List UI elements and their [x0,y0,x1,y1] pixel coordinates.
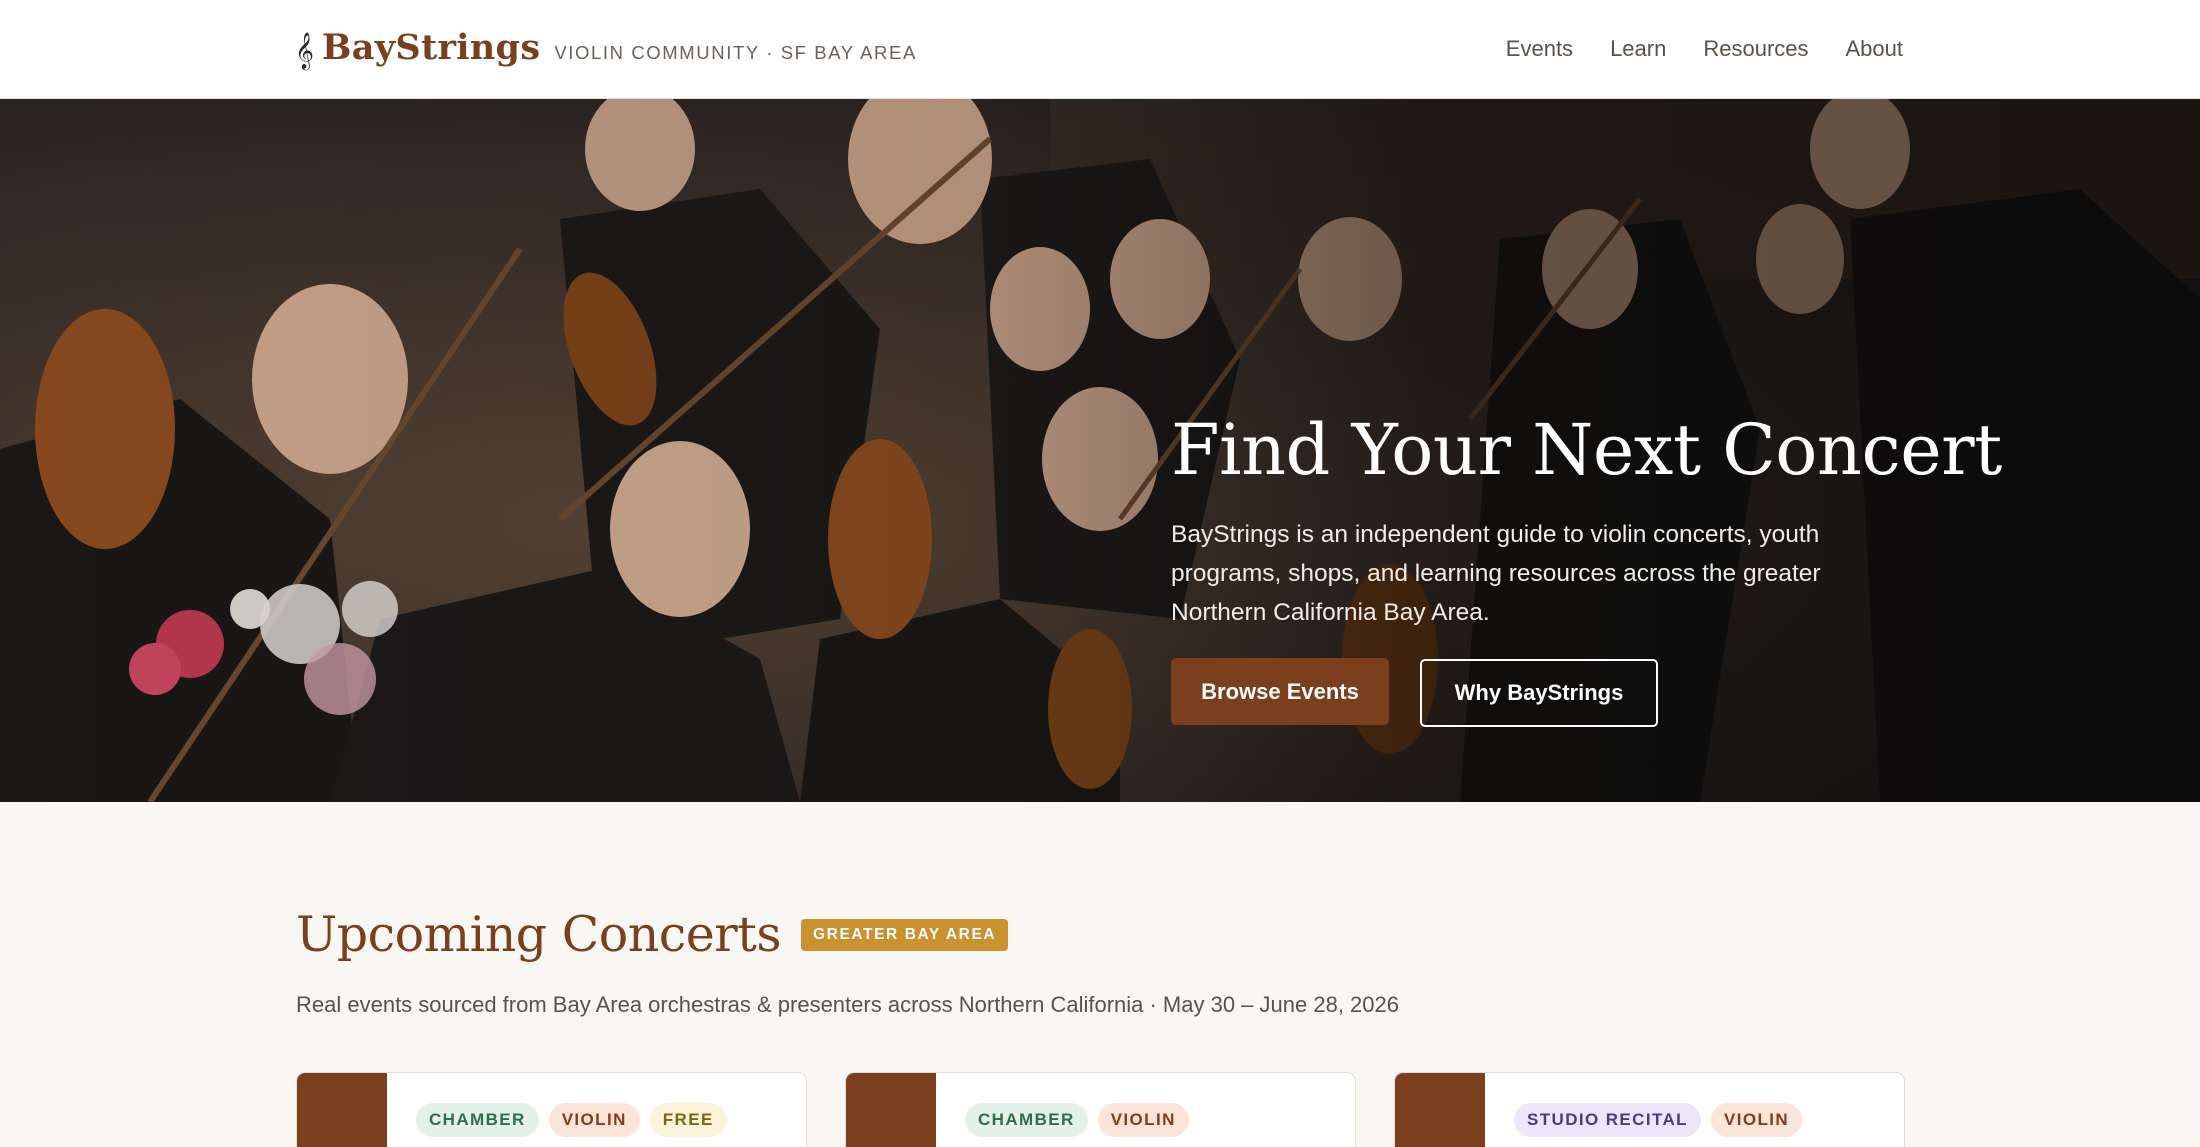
nav-resources-link[interactable]: Resources [1703,36,1808,62]
brand-name: BayStrings [321,27,541,68]
hero-banner: Find Your Next Concert BayStrings is an … [0,99,2200,802]
tag-chamber: CHAMBER [416,1103,539,1137]
tag-violin: VIOLIN [548,1103,640,1137]
nav-about-link[interactable]: About [1846,36,1904,62]
brand-logo[interactable]: 𝄞 BayStrings VIOLIN COMMUNITY · SF BAY A… [295,27,917,69]
hero-description: BayStrings is an independent guide to vi… [1171,521,1821,626]
tag-violin: VIOLIN [1097,1103,1189,1137]
event-card[interactable]: STUDIO RECITAL VIOLIN [1394,1072,1905,1147]
hero-actions: Browse Events Why BayStrings [1171,658,1911,727]
card-accent-bar [1395,1073,1485,1147]
card-tags: STUDIO RECITAL VIOLIN [1514,1103,1803,1137]
nav-events-link[interactable]: Events [1506,36,1573,62]
section-subtitle: Real events sourced from Bay Area orches… [296,992,1399,1017]
event-card[interactable]: CHAMBER VIOLIN [845,1072,1356,1147]
card-accent-bar [846,1073,936,1147]
region-badge: GREATER BAY AREA [801,918,1009,951]
card-tags: CHAMBER VIOLIN [965,1103,1189,1137]
nav-learn-link[interactable]: Learn [1610,36,1666,62]
tag-chamber: CHAMBER [965,1103,1088,1137]
brand-tagline: VIOLIN COMMUNITY · SF BAY AREA [554,42,917,63]
upcoming-concerts-header: Upcoming Concerts GREATER BAY AREA [296,906,1009,963]
section-title: Upcoming Concerts [296,906,782,963]
site-header: 𝄞 BayStrings VIOLIN COMMUNITY · SF BAY A… [0,0,2200,99]
main-nav: Events Learn Resources About [1506,36,1903,62]
event-card[interactable]: CHAMBER VIOLIN FREE [296,1072,807,1147]
card-tags: CHAMBER VIOLIN FREE [416,1103,727,1137]
tag-studio-recital: STUDIO RECITAL [1514,1103,1701,1137]
hero-content: Find Your Next Concert BayStrings is an … [1171,409,2002,727]
card-accent-bar [297,1073,387,1147]
tag-violin: VIOLIN [1710,1103,1803,1137]
why-baystrings-button[interactable]: Why BayStrings [1420,659,1658,727]
hero-title: Find Your Next Concert [1171,409,2002,491]
treble-clef-icon: 𝄞 [295,31,314,69]
tag-free: FREE [649,1103,727,1137]
event-cards: CHAMBER VIOLIN FREE CHAMBER VIOLIN STUDI… [296,1072,1905,1147]
browse-events-button[interactable]: Browse Events [1171,658,1389,725]
